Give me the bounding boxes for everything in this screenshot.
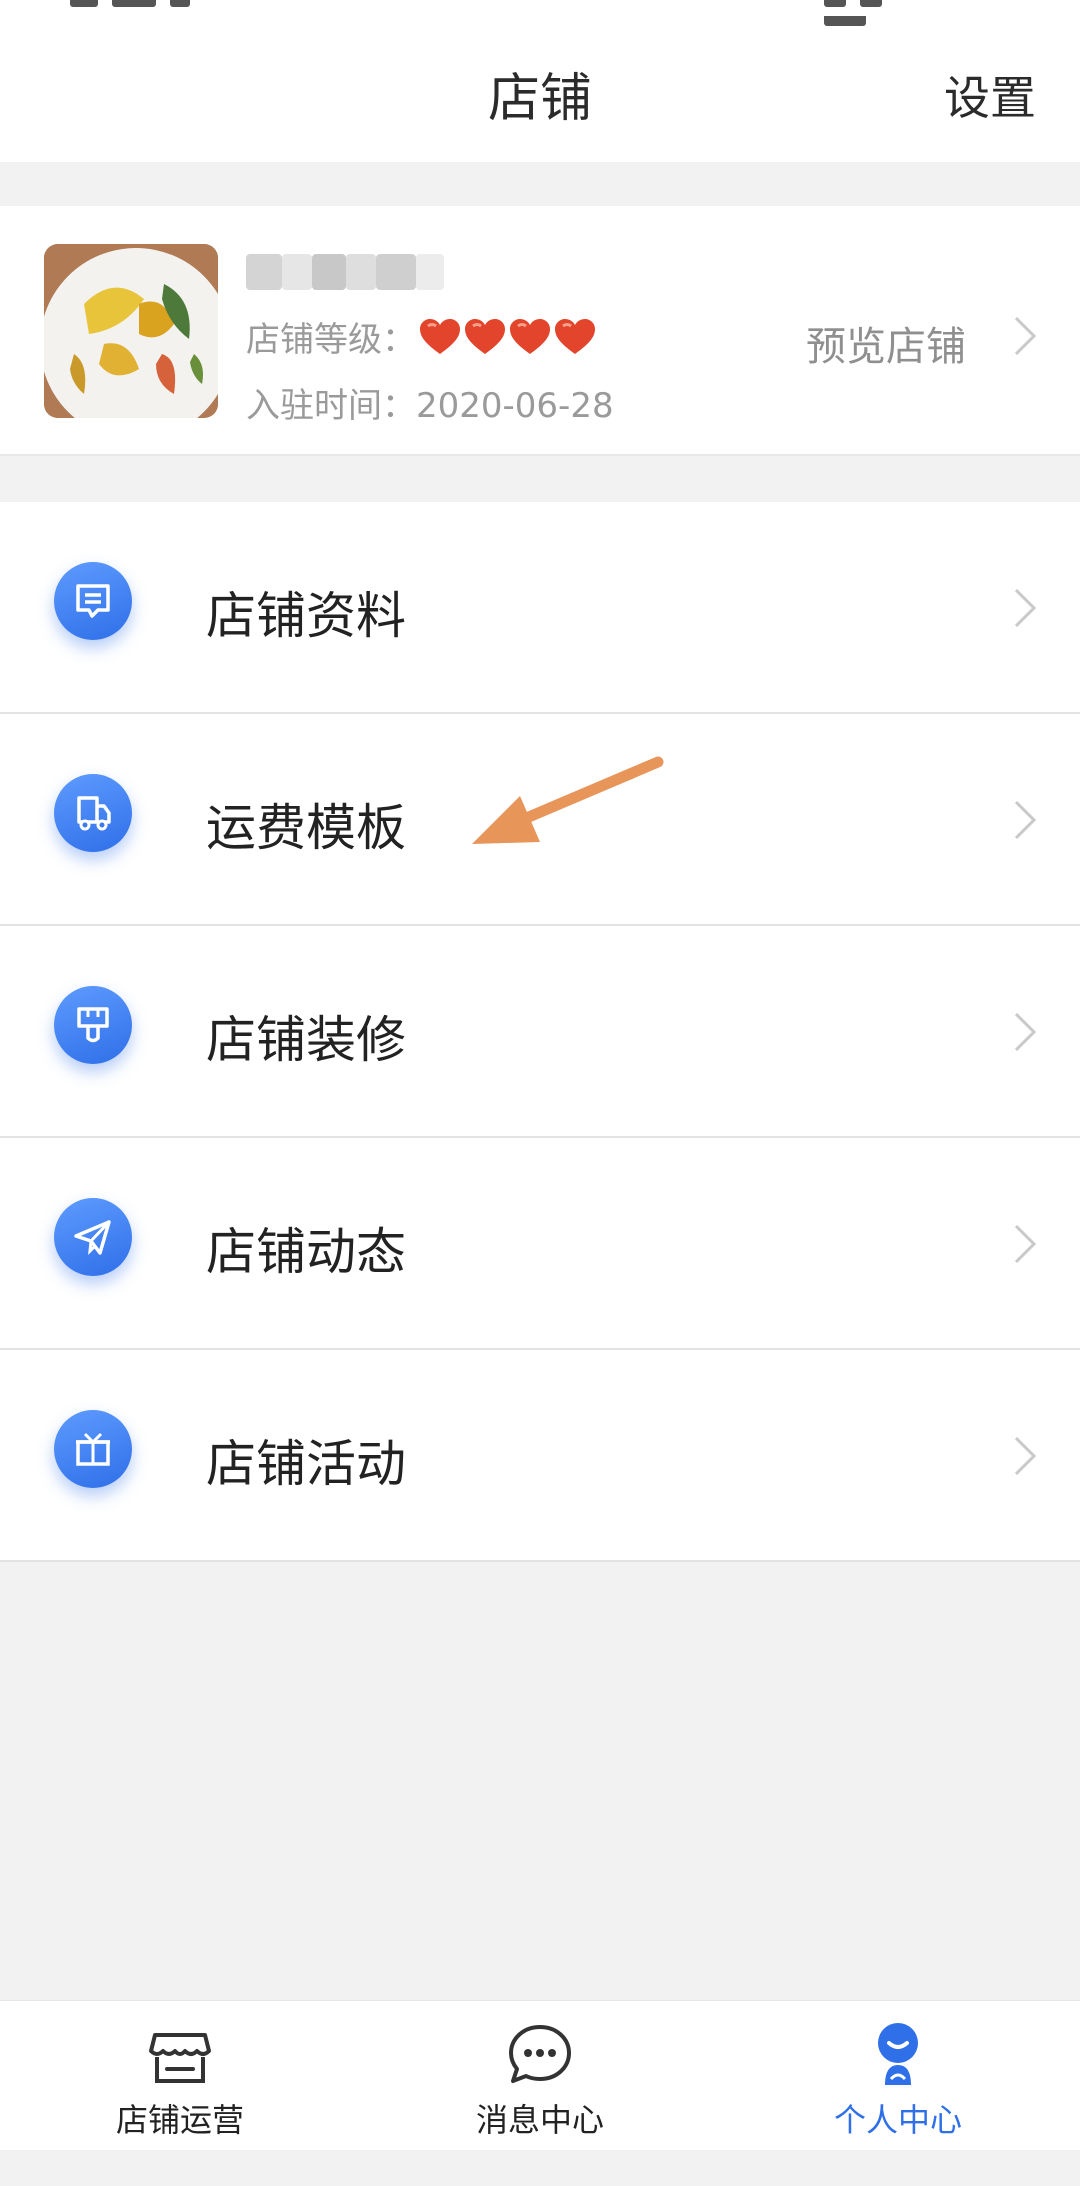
- nav-label: 店铺运营: [115, 2101, 244, 2139]
- nav-label: 个人中心: [833, 2101, 962, 2139]
- store-name-blurred: [246, 244, 446, 296]
- join-date-value: 2020-06-28: [416, 386, 614, 426]
- menu-item-label: 店铺动态: [206, 1223, 406, 1281]
- truck-icon: [54, 774, 132, 852]
- store-summary-card[interactable]: 店铺等级： 入驻时间：2020-06-28 预览店铺: [0, 206, 1080, 456]
- join-date-row: 入驻时间：2020-06-28: [246, 378, 614, 427]
- status-left-icons: [70, 0, 220, 7]
- gift-icon: [54, 1410, 132, 1488]
- annotation-arrow: [472, 756, 664, 844]
- menu-item-store-info[interactable]: 店铺资料: [0, 502, 1080, 714]
- top-header: 店铺 设置: [0, 0, 1080, 162]
- store-level-row: 店铺等级：: [246, 312, 598, 361]
- chat-bubble-icon: [509, 2025, 571, 2083]
- store-menu-list: 店铺资料 运费模板 店铺装修 店铺动态 店铺活动: [0, 502, 1080, 1562]
- menu-item-label: 店铺装修: [206, 1011, 406, 1069]
- document-icon: [54, 562, 132, 640]
- page-title: 店铺: [487, 69, 592, 129]
- nav-label: 消息中心: [475, 2101, 604, 2139]
- store-level-label: 店铺等级：: [246, 320, 416, 360]
- nav-tab-profile[interactable]: 个人中心: [778, 2019, 1018, 2141]
- status-right-icons: [810, 0, 930, 26]
- menu-item-store-decoration[interactable]: 店铺装修: [0, 926, 1080, 1138]
- person-icon: [878, 2023, 918, 2085]
- chevron-right-icon[interactable]: [1012, 314, 1038, 358]
- store-avatar: [44, 244, 218, 418]
- bottom-navigation: 店铺运营 消息中心 个人中心: [0, 2000, 1080, 2150]
- menu-item-store-events[interactable]: 店铺活动: [0, 1350, 1080, 1562]
- menu-item-store-updates[interactable]: 店铺动态: [0, 1138, 1080, 1350]
- heart-icon: [555, 318, 595, 354]
- chevron-right-icon: [1014, 1012, 1037, 1052]
- settings-button[interactable]: 设置: [944, 62, 1036, 128]
- menu-item-label: 运费模板: [206, 799, 406, 857]
- paper-plane-icon: [54, 1198, 132, 1276]
- leaf-photo-image: [44, 244, 218, 418]
- system-navigation-bar: [0, 2150, 1080, 2186]
- store-page: 店铺 设置 店铺等级： 入驻时间：2020-06-28 预览店铺 店铺资料 运费…: [0, 0, 1080, 2186]
- chevron-right-icon: [1014, 588, 1037, 628]
- paint-brush-icon: [54, 986, 132, 1064]
- status-bar: [0, 0, 1080, 26]
- heart-icon: [420, 318, 460, 354]
- nav-tab-store-operations[interactable]: 店铺运营: [60, 2019, 300, 2141]
- heart-icon: [465, 318, 505, 354]
- preview-store-link[interactable]: 预览店铺: [806, 314, 966, 372]
- menu-item-label: 店铺活动: [206, 1435, 406, 1493]
- store-level-hearts: [418, 317, 598, 357]
- chevron-right-icon: [1014, 1436, 1037, 1476]
- heart-icon: [510, 318, 550, 354]
- store-icon: [149, 2033, 211, 2083]
- join-date-label: 入驻时间：: [246, 386, 416, 426]
- nav-tab-messages[interactable]: 消息中心: [420, 2019, 660, 2141]
- chevron-right-icon: [1014, 1224, 1037, 1264]
- chevron-right-icon: [1014, 800, 1037, 840]
- menu-item-label: 店铺资料: [206, 587, 406, 645]
